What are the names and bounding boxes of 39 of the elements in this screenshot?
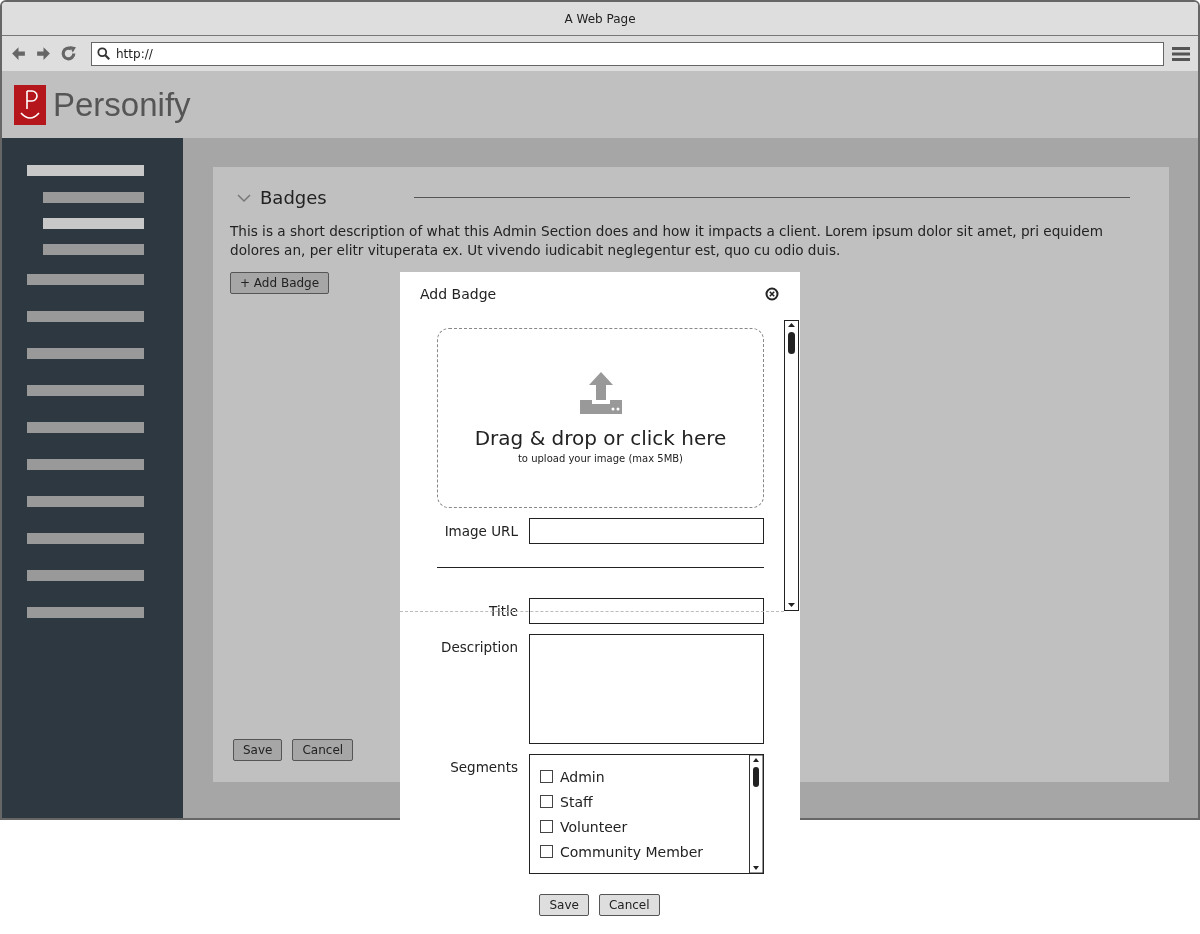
search-icon [97,46,111,61]
add-badge-button[interactable]: + Add Badge [230,272,330,294]
field-label: Segments [449,758,518,777]
checkbox[interactable] [540,795,553,808]
upload-icon [577,372,624,416]
text-field[interactable] [529,518,764,544]
option-label[interactable]: Volunteer [560,818,628,835]
cancel-button[interactable]: Cancel [598,894,660,916]
close-icon[interactable] [765,287,779,301]
section-description: This is a short description of what this Admin Section does and how it impacts a client. Lorem ipsum dolor sit amet, pri equidem dolores an, per elitr vituperata ex. Ut vivendo iudicabit neglegentur est, quo cu odio duis. [230,222,1104,260]
menu-icon[interactable] [1172,45,1190,62]
chevron-icon[interactable] [237,192,251,203]
option-label[interactable]: Admin [560,768,605,785]
dialog-scrollbar[interactable] [784,320,799,611]
list-scrollbar[interactable] [749,755,763,873]
dropzone-heading: Drag & drop or click here [474,426,727,450]
back-icon[interactable] [10,45,27,62]
checkbox[interactable] [540,820,553,833]
checkbox[interactable] [540,770,553,783]
section-title: Badges [260,187,327,208]
reload-icon[interactable] [60,45,77,62]
save-button[interactable]: Save [539,894,589,916]
checkbox[interactable] [540,845,553,858]
option-label[interactable]: Staff [560,793,593,810]
save-button[interactable]: Save [233,739,283,761]
description-field[interactable] [529,634,764,744]
text-field[interactable] [529,598,764,624]
logo-text: Personify [53,85,191,124]
address-field[interactable]: http:// [91,41,1164,66]
cancel-button[interactable]: Cancel [292,739,354,761]
window-title: A Web Page [564,11,636,26]
option-label[interactable]: Community Member [560,843,704,860]
upload-dropzone[interactable]: Drag & drop or click here to upload your image (max 5MB) [437,328,764,508]
forward-icon[interactable] [35,45,52,62]
dropzone-hint: to upload your image (max 5MB) [517,453,684,464]
field-label: Description [440,638,518,657]
dialog-title: Add Badge [420,286,497,302]
field-label: Image URL [443,522,518,541]
logo-icon [14,84,46,125]
